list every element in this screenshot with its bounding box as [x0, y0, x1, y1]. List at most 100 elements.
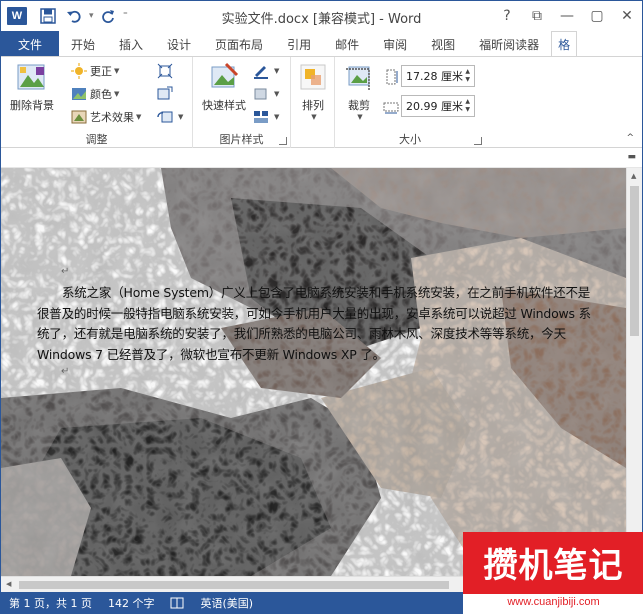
- shape-height-value: 17.28 厘米: [406, 70, 463, 83]
- color-icon: [72, 88, 86, 100]
- picture-effects-button[interactable]: ▼: [253, 84, 279, 104]
- ribbon: 删除背景 更正 ▼ 颜色 ▼ 艺术效果 ▼ ▼ 调整 快速样式 ▼ ▼ ▼ 图片…: [1, 56, 642, 149]
- vertical-scrollbar[interactable]: ▲: [626, 168, 642, 576]
- scroll-up-icon[interactable]: ▲: [631, 172, 636, 180]
- crop-button[interactable]: 裁剪 ▼: [339, 61, 379, 121]
- chevron-down-icon: ▼: [274, 90, 280, 98]
- change-picture-button[interactable]: [157, 84, 176, 104]
- group-picture-styles: 快速样式 ▼ ▼ ▼ 图片样式: [193, 57, 291, 149]
- reset-picture-button[interactable]: ▼: [157, 107, 183, 127]
- group-size: 裁剪 ▼ 17.28 厘米 ▲ ▼ 20.99 厘米 ▲ ▼ 大小: [335, 57, 485, 149]
- reset-picture-icon: [157, 111, 173, 123]
- vertical-scroll-thumb[interactable]: [630, 186, 639, 336]
- picture-border-button[interactable]: ▼: [253, 61, 279, 81]
- height-spinner-icon[interactable]: ▲ ▼: [465, 68, 470, 84]
- remove-background-button[interactable]: 删除背景: [5, 61, 59, 113]
- arrange-label: 排列: [302, 99, 324, 112]
- tab-home[interactable]: 开始: [59, 31, 107, 57]
- tab-format[interactable]: 格: [551, 31, 578, 57]
- chevron-down-icon: ▼: [136, 113, 142, 121]
- artistic-effects-label: 艺术效果: [90, 111, 134, 124]
- paragraph-return-mark-2: ↵: [61, 366, 70, 377]
- picture-layout-button[interactable]: ▼: [253, 107, 279, 127]
- minimize-button[interactable]: —: [552, 1, 582, 31]
- corrections-button[interactable]: 更正 ▼: [71, 61, 119, 81]
- width-spinner-icon[interactable]: ▲ ▼: [465, 98, 470, 114]
- chevron-down-icon: ▼: [114, 67, 120, 75]
- picture-styles-launcher-icon[interactable]: [279, 137, 287, 145]
- compress-pictures-button[interactable]: [157, 61, 176, 81]
- tab-review[interactable]: 审阅: [371, 31, 419, 57]
- redo-icon[interactable]: [97, 5, 119, 27]
- scroll-left-icon[interactable]: ◀: [6, 580, 11, 588]
- window-controls: ? ⧉ — ▢ ✕: [492, 1, 642, 31]
- compress-pictures-icon: [157, 63, 173, 79]
- tab-file[interactable]: 文件: [1, 31, 59, 57]
- document-canvas[interactable]: ↵ 系统之家（Home System）广义上包含了电脑系统安装和手机系统安装，在…: [1, 168, 626, 576]
- arrange-button[interactable]: 排列 ▼: [295, 61, 331, 121]
- save-icon[interactable]: [37, 5, 59, 27]
- view-ruler-icon[interactable]: ▬: [627, 152, 636, 162]
- width-icon: [383, 97, 402, 117]
- collapse-ribbon-icon[interactable]: ^: [626, 133, 634, 143]
- remove-background-icon: [17, 64, 45, 90]
- quick-access-toolbar: W ▾ ⁼: [1, 1, 131, 31]
- tab-references[interactable]: 引用: [275, 31, 323, 57]
- artistic-effects-button[interactable]: 艺术效果 ▼: [71, 107, 141, 127]
- picture-effects-icon: [254, 88, 267, 100]
- chevron-down-icon: ▼: [311, 113, 317, 121]
- shape-width-field[interactable]: 20.99 厘米 ▲ ▼: [401, 95, 475, 117]
- watermark-brand: 攒机笔记: [483, 546, 624, 586]
- close-button[interactable]: ✕: [612, 1, 642, 31]
- title-bar: W ▾ ⁼ 实验文件.docx [兼容模式] - Word ? ⧉ — ▢ ✕: [1, 1, 642, 31]
- chevron-down-icon: ▼: [274, 67, 280, 75]
- tab-view[interactable]: 视图: [419, 31, 467, 57]
- crop-icon: [346, 66, 370, 91]
- ribbon-display-options-button[interactable]: ⧉: [522, 1, 552, 31]
- language-indicator[interactable]: 英语(美国): [192, 595, 261, 611]
- color-button[interactable]: 颜色 ▼: [71, 84, 119, 104]
- group-arrange: 排列 ▼: [291, 57, 335, 149]
- tab-foxit-reader[interactable]: 福昕阅读器: [467, 31, 551, 57]
- tab-design[interactable]: 设计: [155, 31, 203, 57]
- tab-mailings[interactable]: 邮件: [323, 31, 371, 57]
- tab-insert[interactable]: 插入: [107, 31, 155, 57]
- shape-height-input[interactable]: 17.28 厘米 ▲ ▼: [401, 65, 475, 87]
- shape-height-field[interactable]: 17.28 厘米 ▲ ▼: [401, 65, 475, 87]
- shape-width-value: 20.99 厘米: [406, 100, 463, 113]
- picture-border-icon: [254, 66, 268, 79]
- group-adjust-label: 调整: [85, 133, 108, 146]
- corrections-sun-icon: [71, 63, 87, 79]
- undo-icon[interactable]: [63, 5, 85, 27]
- restore-button[interactable]: ▢: [582, 1, 612, 31]
- help-button[interactable]: ?: [492, 1, 522, 31]
- word-count[interactable]: 142 个字: [100, 595, 163, 611]
- crop-label: 裁剪: [348, 99, 370, 112]
- word-app-icon[interactable]: W: [7, 7, 27, 25]
- word-window: W ▾ ⁼ 实验文件.docx [兼容模式] - Word ? ⧉ — ▢ ✕ …: [0, 0, 643, 614]
- customize-qat-icon[interactable]: ⁼: [123, 11, 131, 21]
- remove-background-label: 删除背景: [10, 99, 54, 112]
- paragraph-return-mark: ↵: [61, 266, 70, 277]
- site-watermark-logo: 攒机笔记 www.cuanjibiji.com: [463, 532, 643, 614]
- page-count[interactable]: 第 1 页，共 1 页: [1, 595, 100, 611]
- tab-page-layout[interactable]: 页面布局: [203, 31, 275, 57]
- shape-width-input[interactable]: 20.99 厘米 ▲ ▼: [401, 95, 475, 117]
- corrections-label: 更正: [90, 65, 112, 78]
- arrange-icon: [300, 64, 326, 90]
- height-icon: [383, 67, 402, 87]
- undo-dropdown-icon[interactable]: ▾: [89, 11, 97, 21]
- ribbon-tabs: 文件 开始 插入 设计 页面布局 引用 邮件 审阅 视图 福昕阅读器 格: [1, 31, 642, 57]
- watermark-url: www.cuanjibiji.com: [507, 596, 600, 608]
- group-adjust: 删除背景 更正 ▼ 颜色 ▼ 艺术效果 ▼ ▼ 调整: [1, 57, 193, 149]
- document-picture[interactable]: [1, 168, 626, 576]
- chevron-down-icon: ▼: [114, 90, 120, 98]
- quick-styles-icon: [211, 62, 239, 88]
- proofing-book-icon[interactable]: [170, 597, 184, 609]
- horizontal-scroll-thumb[interactable]: [19, 581, 449, 589]
- body-paragraph[interactable]: 系统之家（Home System）广义上包含了电脑系统安装和手机系统安装，在之前…: [37, 283, 597, 365]
- quick-styles-label: 快速样式: [202, 99, 246, 112]
- size-launcher-icon[interactable]: [474, 137, 482, 145]
- quick-styles-button[interactable]: 快速样式: [197, 61, 251, 113]
- picture-layout-icon: [254, 111, 268, 123]
